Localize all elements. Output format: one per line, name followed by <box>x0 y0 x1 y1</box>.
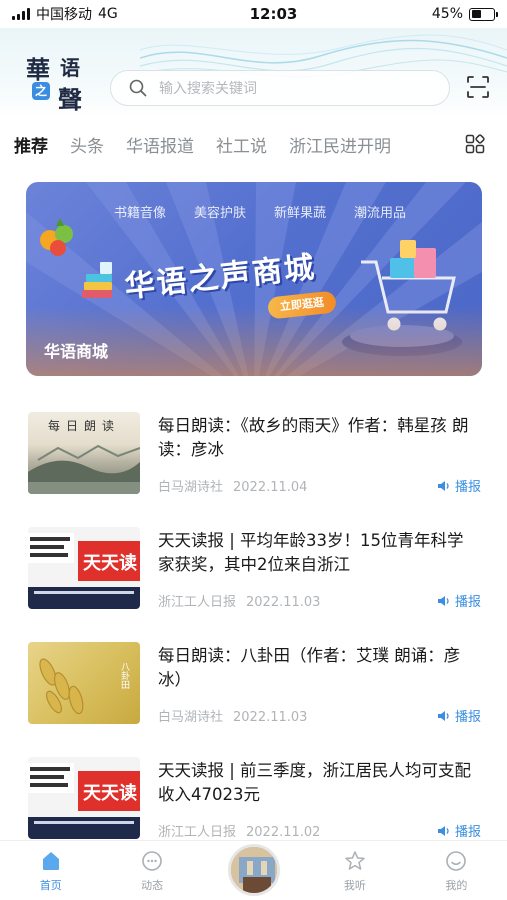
broadcast-button[interactable]: 播报 <box>437 591 481 610</box>
logo-char-4: 聲 <box>58 85 82 114</box>
news-date: 2022.11.03 <box>233 710 308 725</box>
banner-category: 新鲜果蔬 <box>274 206 327 221</box>
news-source: 浙江工人日报 <box>158 825 237 840</box>
broadcast-label: 播报 <box>454 825 481 840</box>
broadcast-button[interactable]: 播报 <box>437 476 481 495</box>
network-label: 4G <box>98 6 118 22</box>
nav-home[interactable]: 首页 <box>0 841 101 900</box>
signal-icon <box>12 8 30 20</box>
thumb-text: 八卦田 <box>119 662 130 690</box>
broadcast-label: 播报 <box>454 595 481 610</box>
thumb-text: 天天读 <box>83 782 137 804</box>
carrier-label: 中国移动 <box>36 7 92 23</box>
app-logo[interactable]: 華 语 之 聲 <box>24 50 90 116</box>
news-meta: 浙江工人日报 2022.11.03 <box>158 591 320 610</box>
news-date: 2022.11.02 <box>246 825 321 840</box>
nav-profile-label: 我的 <box>445 879 468 892</box>
news-title: 天天读报 | 平均年龄33岁！15位青年科学家获奖，其中2位来自浙江 <box>158 531 464 574</box>
logo-char-1: 華 <box>26 55 50 84</box>
clock: 12:03 <box>249 5 298 23</box>
banner-categories: 书籍音像 美容护肤 新鲜果蔬 潮流用品 <box>114 202 406 221</box>
news-source: 白马湖诗社 <box>158 710 224 725</box>
thumb-text: 天天读 <box>83 552 137 574</box>
tab-recommended[interactable]: 推荐 <box>14 132 48 157</box>
news-list: 每日朗读 每日朗读：《故乡的雨天》作者：韩星孩 朗读：彦冰 白马湖诗社 2022.… <box>0 398 507 858</box>
news-thumbnail: 天天读 <box>28 527 140 609</box>
news-date: 2022.11.03 <box>246 595 321 610</box>
chat-bubble-icon <box>142 851 162 871</box>
news-meta: 白马湖诗社 2022.11.04 <box>158 476 307 495</box>
news-title: 每日朗读：八卦田（作者：艾璞 朗诵：彦冰） <box>158 646 461 689</box>
speaker-icon <box>437 710 449 721</box>
tab-headlines[interactable]: 头条 <box>70 132 104 157</box>
logo-char-3: 之 <box>32 82 50 100</box>
news-meta: 浙江工人日报 2022.11.02 <box>158 821 320 840</box>
logo-char-2: 语 <box>60 56 80 80</box>
tab-zhejiang[interactable]: 浙江民进开明 <box>289 132 391 157</box>
search-bar[interactable]: 输入搜索关键词 <box>110 70 450 106</box>
speaker-icon <box>437 480 449 491</box>
news-item[interactable]: 八卦田 每日朗读：八卦田（作者：艾璞 朗诵：彦冰） 白马湖诗社 2022.11.0… <box>0 628 507 743</box>
nav-listen[interactable]: 我听 <box>304 841 405 900</box>
broadcast-label: 播报 <box>454 480 481 495</box>
news-title: 每日朗读：《故乡的雨天》作者：韩星孩 朗读：彦冰 <box>158 416 469 459</box>
broadcast-label: 播报 <box>454 710 481 725</box>
news-meta: 白马湖诗社 2022.11.03 <box>158 706 307 725</box>
nav-feed-label: 动态 <box>141 879 164 892</box>
channel-tabs: 推荐 头条 华语报道 社工说 浙江民进开明 <box>0 128 507 162</box>
news-item[interactable]: 天天读 天天读报 | 平均年龄33岁！15位青年科学家获奖，其中2位来自浙江 浙… <box>0 513 507 628</box>
news-title: 天天读报 | 前三季度，浙江居民人均可支配收入47023元 <box>158 761 472 804</box>
broadcast-button[interactable]: 播报 <box>437 821 481 840</box>
channel-grid-icon[interactable] <box>465 134 485 154</box>
banner-category: 潮流用品 <box>354 206 407 221</box>
speaker-icon <box>437 595 449 606</box>
banner-category: 书籍音像 <box>114 206 167 221</box>
nav-listen-label: 我听 <box>343 879 366 892</box>
speaker-icon <box>437 825 449 836</box>
home-icon <box>42 852 59 870</box>
banner-label: 华语商城 <box>44 342 109 361</box>
app-header: 華 语 之 聲 输入搜索关键词 <box>0 28 507 118</box>
tab-huayu-report[interactable]: 华语报道 <box>126 132 194 157</box>
news-source: 白马湖诗社 <box>158 480 224 495</box>
search-icon <box>129 79 147 97</box>
mall-banner[interactable]: 书籍音像 美容护肤 新鲜果蔬 潮流用品 华语之声商城 立即逛逛 华语商城 <box>26 182 482 376</box>
battery-icon <box>469 7 498 21</box>
banner-category: 美容护肤 <box>194 206 247 221</box>
nav-feed[interactable]: 动态 <box>101 841 202 900</box>
news-thumbnail: 每日朗读 <box>28 412 140 494</box>
news-thumbnail: 八卦田 <box>28 642 140 724</box>
broadcast-button[interactable]: 播报 <box>437 706 481 725</box>
news-item[interactable]: 每日朗读 每日朗读：《故乡的雨天》作者：韩星孩 朗读：彦冰 白马湖诗社 2022.… <box>0 398 507 513</box>
news-thumbnail: 天天读 <box>28 757 140 839</box>
news-source: 浙江工人日报 <box>158 595 237 610</box>
star-icon <box>345 851 365 870</box>
news-date: 2022.11.04 <box>233 480 308 495</box>
tab-social-work[interactable]: 社工说 <box>216 132 267 157</box>
status-bar: 中国移动 4G 12:03 45% <box>0 0 507 28</box>
center-avatar-button[interactable] <box>228 844 280 896</box>
smiley-icon <box>446 851 467 871</box>
nav-home-label: 首页 <box>39 879 62 892</box>
search-placeholder: 输入搜索关键词 <box>159 81 257 97</box>
thumb-text: 每日朗读 <box>48 418 120 433</box>
battery-percent: 45% <box>431 6 463 22</box>
tabs-fade <box>407 128 447 162</box>
scan-icon[interactable] <box>466 75 490 99</box>
nav-profile[interactable]: 我的 <box>406 841 507 900</box>
